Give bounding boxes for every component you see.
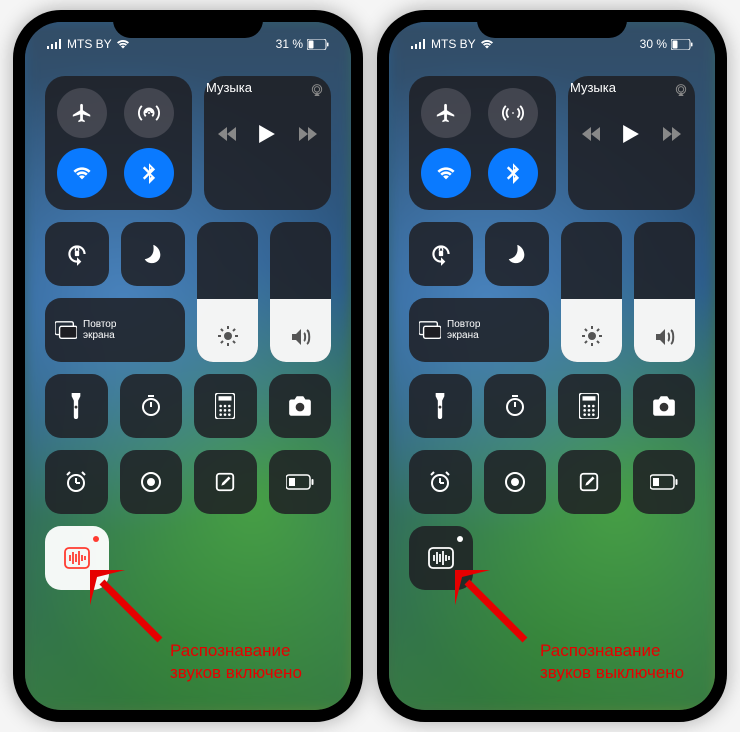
screen-mirror[interactable]: Повтор экрана — [45, 298, 185, 362]
connectivity-panel[interactable] — [45, 76, 192, 210]
screen: MTS BY 31 % — [25, 22, 351, 710]
sound-recognition[interactable] — [409, 526, 473, 590]
dnd-toggle[interactable] — [121, 222, 185, 286]
battery-icon — [307, 39, 329, 50]
airplay-icon[interactable] — [673, 82, 689, 98]
connectivity-panel[interactable] — [409, 76, 556, 210]
screen: MTS BY 30 % Му — [389, 22, 715, 710]
notes[interactable] — [558, 450, 621, 514]
cellular-toggle[interactable] — [488, 88, 538, 138]
bluetooth-toggle[interactable] — [124, 148, 174, 198]
cellular-toggle[interactable] — [124, 88, 174, 138]
screen-mirror-label: Повтор экрана — [83, 319, 116, 341]
music-panel[interactable]: Музыка — [204, 76, 331, 210]
phone-right: MTS BY 30 % Му — [377, 10, 727, 722]
low-power[interactable] — [633, 450, 696, 514]
alarm[interactable] — [409, 450, 472, 514]
screen-mirror[interactable]: Повтор экрана — [409, 298, 549, 362]
calculator[interactable] — [558, 374, 621, 438]
camera[interactable] — [633, 374, 696, 438]
volume-slider[interactable] — [270, 222, 331, 362]
sound-recognition[interactable] — [45, 526, 109, 590]
battery-label: 31 % — [276, 37, 303, 51]
airplane-toggle[interactable] — [57, 88, 107, 138]
prev-icon[interactable] — [582, 127, 600, 141]
brightness-slider[interactable] — [561, 222, 622, 362]
airplay-icon[interactable] — [309, 82, 325, 98]
battery-icon — [671, 39, 693, 50]
dnd-toggle[interactable] — [485, 222, 549, 286]
battery-label: 30 % — [640, 37, 667, 51]
timer[interactable] — [120, 374, 183, 438]
brightness-slider[interactable] — [197, 222, 258, 362]
signal-icon — [411, 39, 427, 49]
signal-icon — [47, 39, 63, 49]
sound-status-dot — [93, 536, 99, 542]
wifi-icon — [116, 39, 130, 49]
low-power[interactable] — [269, 450, 332, 514]
orientation-lock[interactable] — [409, 222, 473, 286]
calculator[interactable] — [194, 374, 257, 438]
phone-left: MTS BY 31 % — [13, 10, 363, 722]
airplane-toggle[interactable] — [421, 88, 471, 138]
flashlight[interactable] — [409, 374, 472, 438]
notch — [477, 10, 627, 38]
alarm[interactable] — [45, 450, 108, 514]
notes[interactable] — [194, 450, 257, 514]
music-panel[interactable]: Музыка — [568, 76, 695, 210]
screen-record[interactable] — [120, 450, 183, 514]
caption-right: Распознавание звуков выключено — [540, 640, 684, 684]
orientation-lock[interactable] — [45, 222, 109, 286]
screen-mirror-label: Повтор экрана — [447, 319, 480, 341]
volume-slider[interactable] — [634, 222, 695, 362]
carrier-label: MTS BY — [431, 37, 476, 51]
carrier-label: MTS BY — [67, 37, 112, 51]
caption-left: Распознавание звуков включено — [170, 640, 302, 684]
wifi-toggle[interactable] — [57, 148, 107, 198]
prev-icon[interactable] — [218, 127, 236, 141]
screen-record[interactable] — [484, 450, 547, 514]
play-icon[interactable] — [623, 125, 639, 143]
wifi-icon — [480, 39, 494, 49]
next-icon[interactable] — [299, 127, 317, 141]
sound-status-dot — [457, 536, 463, 542]
timer[interactable] — [484, 374, 547, 438]
wifi-toggle[interactable] — [421, 148, 471, 198]
flashlight[interactable] — [45, 374, 108, 438]
bluetooth-toggle[interactable] — [488, 148, 538, 198]
next-icon[interactable] — [663, 127, 681, 141]
camera[interactable] — [269, 374, 332, 438]
notch — [113, 10, 263, 38]
play-icon[interactable] — [259, 125, 275, 143]
